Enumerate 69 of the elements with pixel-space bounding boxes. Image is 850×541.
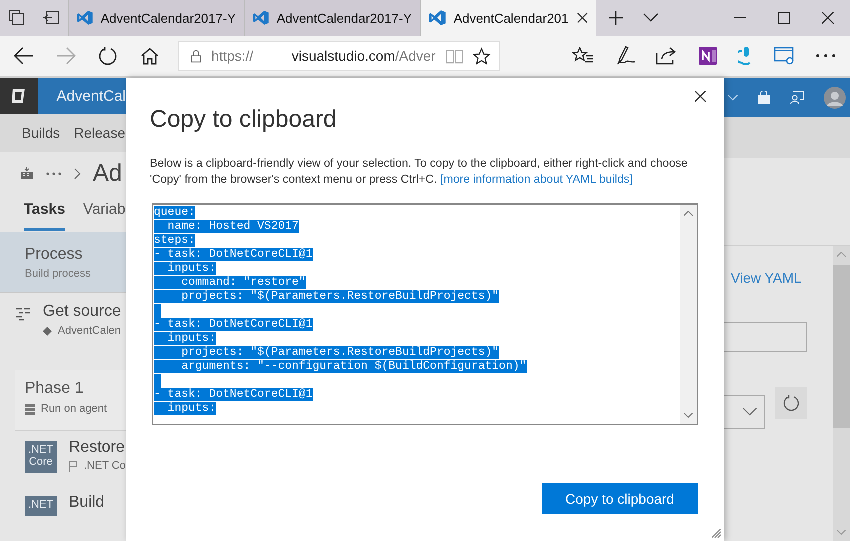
- phase-title: Phase 1: [25, 380, 85, 398]
- scroll-down-icon[interactable]: [684, 413, 693, 418]
- project-name[interactable]: AdventCal: [56, 88, 126, 104]
- web-note-icon[interactable]: [774, 46, 796, 66]
- refresh-icon: [782, 394, 800, 412]
- close-tab-icon[interactable]: [576, 12, 588, 24]
- logo-icon: [253, 9, 269, 27]
- process-subtitle: Build process: [25, 268, 92, 280]
- lock-icon: [191, 48, 202, 64]
- close-icon[interactable]: [695, 91, 706, 102]
- more-icon[interactable]: [816, 54, 836, 58]
- chevron-down-icon[interactable]: [643, 13, 659, 23]
- nav-link[interactable]: Release: [74, 124, 126, 141]
- address-field[interactable]: https:// visualstudio.com/Adver: [178, 41, 500, 71]
- refresh-icon[interactable]: [98, 46, 118, 66]
- shopping-bag-icon[interactable]: [757, 91, 771, 104]
- phase-subtitle: Run on agent: [41, 403, 108, 416]
- favorites-icon[interactable]: [572, 47, 594, 65]
- maximize-icon[interactable]: [778, 12, 790, 24]
- task-title[interactable]: Build: [69, 494, 105, 512]
- scrollbar[interactable]: [833, 246, 850, 541]
- dotnet-core-icon: .NET: [25, 496, 57, 516]
- tabs-icon[interactable]: [8, 10, 24, 26]
- browser-tab[interactable]: AdventCalendar201: [420, 0, 596, 36]
- new-tab-icon[interactable]: [608, 10, 624, 26]
- chevron-down-icon: [743, 408, 757, 416]
- flag-icon: [69, 460, 79, 472]
- refresh-button[interactable]: [775, 387, 807, 419]
- back-icon[interactable]: [14, 47, 34, 65]
- server-icon: [25, 404, 35, 415]
- browser-tab[interactable]: AdventCalendar2017-Y: [68, 0, 244, 36]
- yaml-info-link[interactable]: [more information about YAML builds]: [440, 173, 633, 186]
- copy-button[interactable]: Copy to clipboard: [542, 483, 698, 514]
- dotnet-core-icon: .NET Core: [25, 441, 57, 473]
- phase-card[interactable]: Phase 1 Run on agent: [15, 370, 126, 431]
- build-definition-icon: [20, 167, 34, 180]
- set-aside-tabs-icon[interactable]: [42, 11, 60, 25]
- dialog-description: Below is a clipboard-friendly view of your selection. To copy to the clipboard, either right-click and choose 'Copy' from the browser's context menu or press Ctrl+C. [more information about YAML builds]: [150, 156, 689, 188]
- text-field[interactable]: [724, 322, 807, 352]
- feedback-icon[interactable]: [790, 90, 805, 104]
- scroll-up-icon[interactable]: [684, 211, 693, 216]
- resize-grip-icon[interactable]: [712, 529, 721, 538]
- close-icon[interactable]: [822, 12, 834, 24]
- process-title: Process: [25, 246, 84, 264]
- ellipsis-icon[interactable]: [46, 172, 62, 176]
- task-title[interactable]: Restore: [69, 439, 126, 457]
- logo-tile[interactable]: [0, 78, 38, 114]
- tab[interactable]: Variab: [83, 195, 126, 232]
- dialog-title: Copy to clipboard: [150, 106, 338, 134]
- task-subtitle: .NET Co: [84, 460, 126, 472]
- yaml-text-area[interactable]: [152, 203, 698, 425]
- logo-icon: [429, 9, 446, 27]
- notebook-icon[interactable]: [698, 46, 718, 66]
- diamond-icon: [43, 326, 52, 336]
- browser-tab[interactable]: AdventCalendar2017-Y: [244, 0, 420, 36]
- scroll-thumb[interactable]: [833, 265, 850, 428]
- definition-title: Ad: [93, 160, 122, 188]
- chevron-right-icon: [74, 168, 81, 180]
- logo-icon: [77, 9, 93, 27]
- share-icon[interactable]: [656, 47, 678, 65]
- avatar-icon[interactable]: [824, 86, 846, 108]
- get-sources-title[interactable]: Get source: [43, 303, 122, 322]
- process-panel[interactable]: Process Build process: [0, 232, 126, 294]
- repository-name: AdventCalen: [58, 325, 121, 338]
- star-icon[interactable]: [473, 46, 491, 66]
- nav-link[interactable]: Builds: [22, 124, 60, 141]
- home-icon[interactable]: [140, 47, 160, 65]
- minimize-icon[interactable]: [734, 17, 746, 19]
- source-list-icon: [15, 307, 31, 322]
